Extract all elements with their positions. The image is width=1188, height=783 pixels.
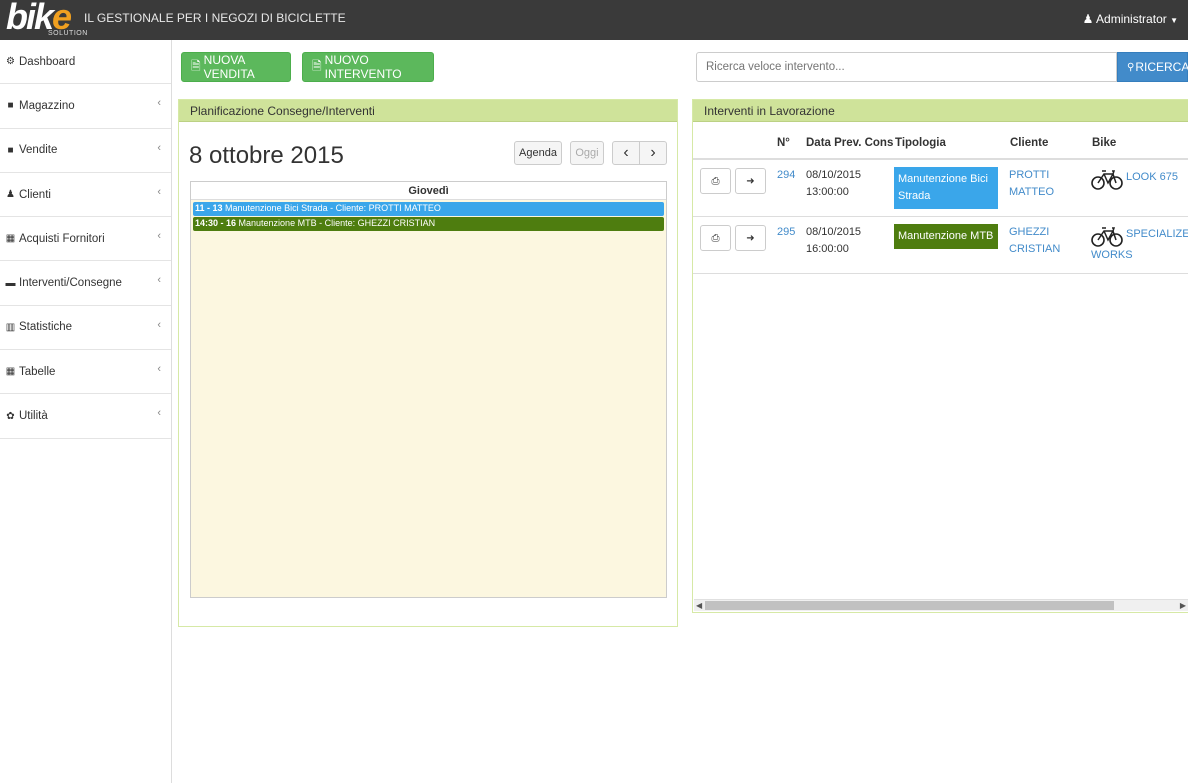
sidebar-item-label: Statistiche — [19, 321, 73, 334]
sidebar-item-statistiche[interactable]: ▥ Statistiche ‹ — [0, 306, 171, 351]
print-button[interactable]: ⎙ — [700, 168, 731, 194]
open-button[interactable]: ➜ — [735, 225, 766, 251]
jobs-panel: Interventi in Lavorazione N° Data Prev. … — [692, 99, 1188, 613]
logo-subtext: SOLUTION — [48, 30, 88, 37]
sidebar-item-label: Dashboard — [19, 55, 76, 68]
table-header-divider — [693, 158, 1188, 160]
scrollbar-thumb[interactable] — [705, 601, 1114, 610]
search-button[interactable]: ⚲ RICERCA — [1117, 52, 1188, 82]
col-header-number: N° — [777, 137, 790, 149]
row-divider — [693, 216, 1188, 217]
print-button[interactable]: ⎙ — [700, 225, 731, 251]
gear-icon: ✿ — [6, 410, 15, 422]
job-number-link[interactable]: 295 — [777, 224, 795, 241]
sidebar-item-label: Tabelle — [19, 365, 56, 378]
planning-panel: Planificazione Consegne/Interventi 8 ott… — [178, 99, 678, 627]
calendar-date: 8 ottobre 2015 — [189, 142, 344, 169]
col-header-client: Cliente — [1010, 137, 1049, 149]
col-header-bike: Bike — [1092, 137, 1117, 149]
new-sale-button[interactable]: 🗎 NUOVA VENDITA — [181, 52, 291, 82]
chevron-left-icon: ‹ — [157, 185, 161, 198]
jobs-panel-title: Interventi in Lavorazione — [693, 100, 1188, 122]
sidebar-item-interventi-consegne[interactable]: ▬ Interventi/Consegne ‹ — [0, 261, 171, 306]
sidebar-item-clienti[interactable]: ♟ Clienti ‹ — [0, 173, 171, 218]
chevron-left-icon: ‹ — [157, 97, 161, 110]
sidebar-item-label: Vendite — [19, 144, 58, 157]
event-text: Manutenzione Bici Strada - Cliente: PROT… — [222, 203, 441, 213]
sidebar-item-label: Utilità — [19, 410, 48, 423]
agenda-button[interactable]: Agenda — [514, 141, 562, 165]
caret-down-icon: ▼ — [1170, 16, 1178, 25]
person-icon: ♟ — [6, 189, 15, 201]
job-type-badge: Manutenzione MTB — [894, 224, 998, 249]
register-icon: ■ — [7, 144, 14, 156]
open-button[interactable]: ➜ — [735, 168, 766, 194]
sidebar-item-label: Interventi/Consegne — [19, 277, 122, 290]
chevron-left-icon: ‹ — [157, 230, 161, 243]
search-icon: ⚲ — [1127, 61, 1135, 73]
planning-panel-title: Planificazione Consegne/Interventi — [179, 100, 677, 122]
next-button[interactable]: › — [639, 141, 667, 165]
event-text: Manutenzione MTB - Cliente: GHEZZI CRIST… — [236, 218, 436, 228]
grid-icon: ▦ — [5, 233, 16, 245]
box-icon: ■ — [7, 100, 14, 112]
grid-icon: ▦ — [5, 366, 16, 378]
event-time: 14:30 - 16 — [195, 218, 237, 228]
bar-chart-icon: ▥ — [5, 321, 16, 333]
bike-link[interactable]: SPECIALIZED — [1126, 226, 1188, 243]
job-number-link[interactable]: 294 — [777, 167, 795, 184]
print-icon: ⎙ — [711, 175, 720, 187]
client-link[interactable]: PROTTI MATTEO — [1009, 167, 1054, 201]
scroll-right-icon[interactable]: ▶ — [1180, 600, 1186, 611]
dashboard-icon: ⚙ — [6, 56, 15, 68]
file-icon: 🗎 — [312, 58, 322, 73]
sidebar-item-acquisti-fornitori[interactable]: ▦ Acquisti Fornitori ‹ — [0, 217, 171, 262]
app-tagline: IL GESTIONALE PER I NEGOZI DI BICICLETTE — [84, 11, 346, 25]
top-navbar: bike SOLUTION IL GESTIONALE PER I NEGOZI… — [0, 0, 1188, 40]
sign-in-icon: ➜ — [746, 175, 755, 187]
chevron-left-icon: ‹ — [157, 407, 161, 420]
row-divider — [693, 273, 1188, 274]
sidebar-item-dashboard[interactable]: ⚙ Dashboard — [0, 40, 171, 85]
sidebar-item-utilit-[interactable]: ✿ Utilità ‹ — [0, 394, 171, 439]
new-job-button[interactable]: 🗎 NUOVO INTERVENTO — [302, 52, 434, 82]
sidebar-item-label: Acquisti Fornitori — [19, 232, 105, 245]
job-type-badge: Manutenzione Bici Strada — [894, 167, 998, 209]
sidebar-item-label: Magazzino — [19, 99, 75, 112]
user-name: Administrator — [1096, 12, 1167, 26]
job-date: 08/10/2015 16:00:00 — [806, 226, 862, 255]
horizontal-scrollbar[interactable]: ◀ ▶ — [694, 599, 1188, 611]
user-icon: ♟ — [1082, 12, 1094, 26]
chevron-left-icon: ‹ — [157, 318, 161, 331]
prev-button[interactable]: ‹ — [612, 141, 640, 165]
col-header-date: Data Prev. Cons — [806, 137, 894, 149]
folder-icon: ▬ — [5, 277, 16, 289]
sidebar-item-magazzino[interactable]: ■ Magazzino ‹ — [0, 84, 171, 129]
quick-search-input[interactable] — [696, 52, 1117, 82]
today-button[interactable]: Oggi — [570, 141, 604, 165]
user-menu[interactable]: ♟ Administrator ▼ — [1083, 12, 1178, 26]
sidebar-item-label: Clienti — [19, 188, 51, 201]
event-time: 11 - 13 — [195, 203, 223, 213]
sign-in-icon: ➜ — [746, 232, 755, 244]
bike-link[interactable]: LOOK 675 — [1126, 169, 1178, 186]
bicycle-icon — [1091, 168, 1123, 193]
calendar-day-view[interactable]: Giovedì 11 - 13 Manutenzione Bici Strada… — [190, 181, 667, 598]
scroll-left-icon[interactable]: ◀ — [696, 600, 702, 611]
print-icon: ⎙ — [711, 232, 720, 244]
chevron-left-icon: ‹ — [157, 274, 161, 287]
sidebar-item-tabelle[interactable]: ▦ Tabelle ‹ — [0, 350, 171, 395]
file-icon: 🗎 — [191, 58, 201, 73]
col-header-type: Tipologia — [895, 137, 946, 149]
calendar-day-header: Giovedì — [191, 182, 666, 200]
sidebar-item-vendite[interactable]: ■ Vendite ‹ — [0, 129, 171, 173]
calendar-event[interactable]: 14:30 - 16 Manutenzione MTB - Cliente: G… — [193, 217, 664, 231]
job-date: 08/10/2015 13:00:00 — [806, 169, 862, 198]
chevron-left-icon: ‹ — [157, 363, 161, 376]
client-link[interactable]: GHEZZI CRISTIAN — [1009, 224, 1060, 258]
calendar-event[interactable]: 11 - 13 Manutenzione Bici Strada - Clien… — [193, 202, 664, 216]
sidebar: ⚙ Dashboard ■ Magazzino ‹ ■ Vendite ‹ ♟ Clienti ‹ ▦… — [0, 40, 172, 783]
chevron-left-icon: ‹ — [157, 141, 161, 154]
bike-link-line2[interactable]: WORKS — [1091, 247, 1133, 264]
